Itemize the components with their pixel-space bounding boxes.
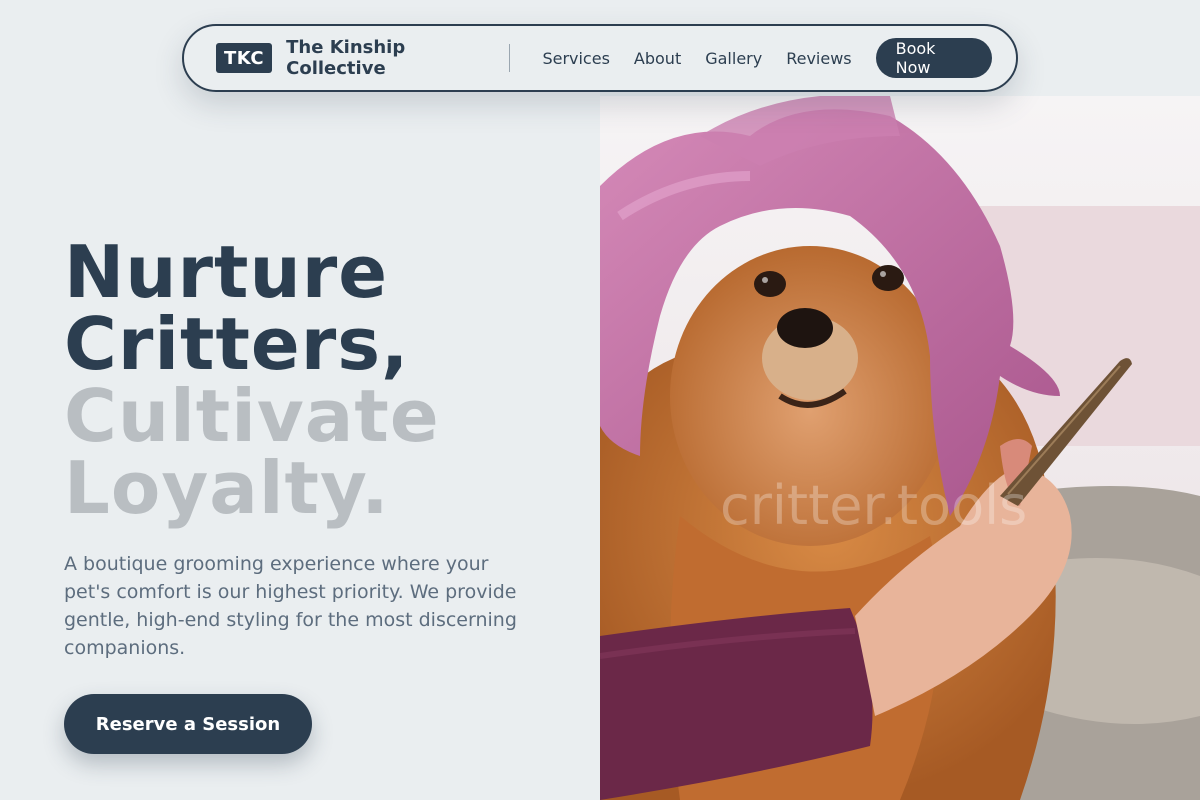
nav-link-reviews[interactable]: Reviews [786,49,851,68]
headline-line-4: Loyalty. [64,446,390,530]
headline-line-2: Critters, [64,302,410,386]
reserve-session-button[interactable]: Reserve a Session [64,694,312,754]
image-watermark: critter.tools [720,474,1028,537]
brand-name[interactable]: The Kinship Collective [286,37,509,79]
hero-photo-dog-grooming: critter.tools [600,96,1200,800]
hero-tagline: A boutique grooming experience where you… [64,553,517,659]
top-navigation: TKC The Kinship Collective Services Abou… [182,24,1018,92]
headline-line-3: Cultivate [64,374,440,458]
nav-link-gallery[interactable]: Gallery [705,49,762,68]
logo-badge[interactable]: TKC [216,43,273,73]
nav-link-services[interactable]: Services [542,49,609,68]
nav-divider [509,44,511,72]
hero-headline: Nurture Critters, Cultivate Loyalty. [64,236,440,524]
book-now-button[interactable]: Book Now [875,38,992,78]
headline-line-1: Nurture [64,230,389,314]
nav-link-about[interactable]: About [634,49,681,68]
